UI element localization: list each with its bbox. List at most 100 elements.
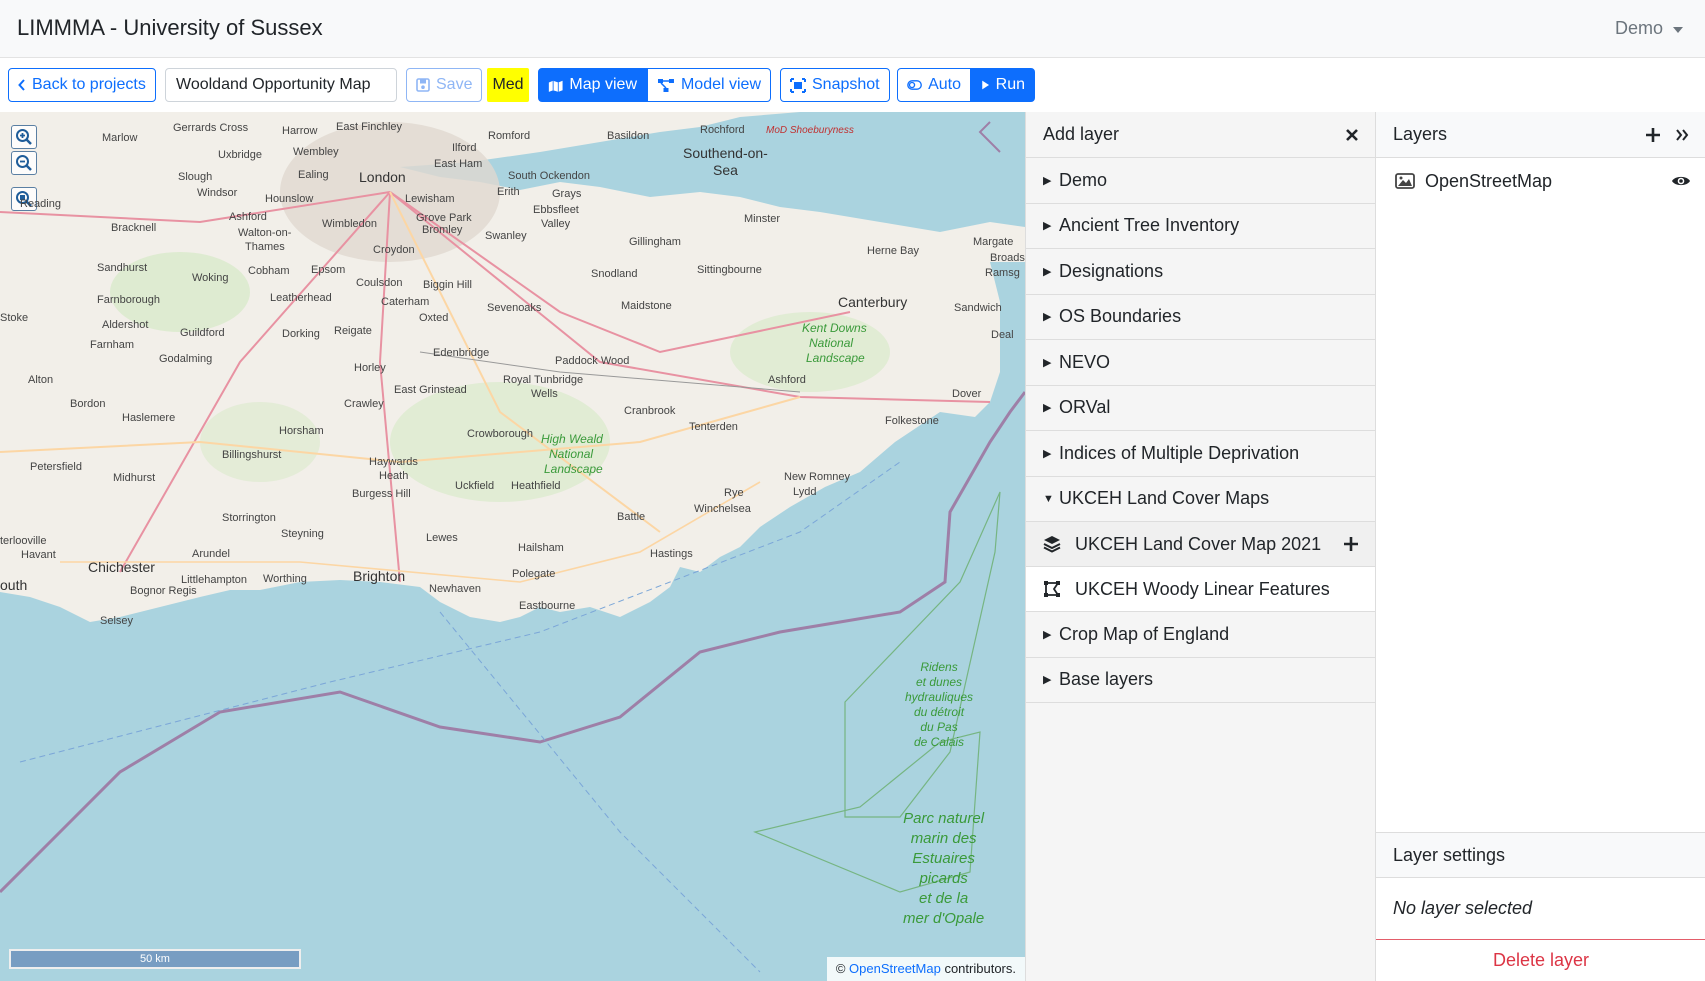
map-label: Crawley	[344, 398, 384, 410]
layer-category[interactable]: ▶ Demo	[1026, 158, 1375, 204]
expand-triangle-icon: ▶	[1043, 174, 1052, 187]
map-label: Romford	[488, 130, 531, 142]
map-label: Eastbourne	[519, 600, 576, 612]
polygon-icon	[1044, 581, 1060, 597]
map-label: Ashford	[768, 374, 806, 386]
layer-category[interactable]: ▶ Base layers	[1026, 657, 1375, 703]
map-view-button[interactable]: Map view	[538, 68, 647, 102]
map-label: Slough	[178, 171, 213, 183]
map-label: Heath	[379, 470, 409, 482]
map-label: Ashford	[229, 211, 267, 223]
image-icon	[1395, 173, 1415, 189]
expand-triangle-icon: ▶	[1043, 674, 1052, 687]
play-icon	[982, 80, 990, 90]
layer-option-label: UKCEH Land Cover Map 2021	[1075, 533, 1322, 554]
layer-item-label: OpenStreetMap	[1425, 170, 1553, 191]
layer-option[interactable]: UKCEH Land Cover Map 2021	[1026, 522, 1375, 567]
auto-label: Auto	[928, 76, 961, 93]
map-label: Lydd	[793, 486, 817, 498]
map-label: Bordon	[70, 398, 106, 410]
layer-category[interactable]: ▶ Indices of Multiple Deprivation	[1026, 431, 1375, 477]
layer-category[interactable]: ▶ NEVO	[1026, 340, 1375, 386]
map-label: Paddock Wood	[555, 355, 630, 367]
map-label: Uxbridge	[218, 149, 263, 161]
map-label: Godalming	[159, 353, 213, 365]
layer-category-list: ▶ Demo ▶ Ancient Tree Inventory ▶ Designati…	[1026, 158, 1375, 703]
snapshot-icon	[790, 77, 806, 93]
layers-panel: Layers OpenStreetMap Layer settings No l…	[1375, 112, 1705, 981]
map-label: Broads	[990, 252, 1025, 264]
layer-option-label: UKCEH Woody Linear Features	[1075, 578, 1330, 599]
map-label: Wells	[531, 388, 558, 400]
project-toolbar: Back to projects Save Med Map view Model…	[0, 58, 1705, 112]
map-label: Steyning	[281, 528, 324, 540]
layer-category[interactable]: ▶ Crop Map of England	[1026, 612, 1375, 658]
map-attribution: © OpenStreetMap contributors.	[826, 957, 1025, 981]
plus-icon[interactable]	[1343, 536, 1359, 552]
layer-category[interactable]: ▶ ORVal	[1026, 385, 1375, 431]
double-chevron-right-icon[interactable]	[1675, 128, 1689, 142]
layer-item[interactable]: OpenStreetMap	[1376, 158, 1705, 204]
map-label: Lewes	[426, 532, 458, 544]
map-label: Haywards	[369, 456, 418, 468]
map-label: Landscape	[544, 462, 603, 476]
map-label: New Romney	[784, 471, 851, 483]
close-icon[interactable]	[1345, 128, 1359, 142]
map-canvas[interactable]: Marlow Gerrards Cross Harrow East Finchl…	[0, 112, 1025, 981]
map-label: Canterbury	[838, 294, 908, 310]
map-label: Winchelsea	[694, 503, 751, 515]
map-label: Burgess Hill	[352, 488, 411, 500]
run-button[interactable]: Run	[971, 68, 1035, 102]
map-label: Ridens et dunes hydrauliques du détroit …	[905, 660, 974, 749]
map-label: Sandwich	[954, 302, 1002, 314]
zoom-out-icon	[16, 155, 32, 171]
layer-category[interactable]: ▶ Designations	[1026, 249, 1375, 295]
layer-category-label: Crop Map of England	[1059, 623, 1230, 644]
save-button[interactable]: Save	[406, 68, 483, 102]
map-view-label: Map view	[569, 76, 637, 93]
zoom-out-button[interactable]	[11, 151, 37, 175]
map-label: Maidstone	[621, 300, 672, 312]
map-label: Kent Downs	[802, 321, 867, 335]
map-label: Biggin Hill	[423, 279, 472, 291]
eye-icon[interactable]	[1671, 174, 1691, 188]
expand-triangle-icon: ▶	[1043, 447, 1052, 460]
model-view-button[interactable]: Model view	[647, 68, 771, 102]
layer-category-label: Indices of Multiple Deprivation	[1059, 442, 1300, 463]
map-label: Marlow	[102, 132, 138, 144]
map-label: Alton	[28, 374, 54, 386]
layer-category[interactable]: ▶ Ancient Tree Inventory	[1026, 203, 1375, 249]
expand-triangle-icon: ▶	[1043, 628, 1052, 641]
layer-option[interactable]: UKCEH Woody Linear Features	[1026, 567, 1375, 612]
map-label: Caterham	[381, 296, 430, 308]
top-navbar: LIMMMA - University of Sussex Demo	[0, 0, 1705, 58]
user-menu[interactable]: Demo	[1615, 18, 1683, 39]
project-name-input[interactable]	[165, 68, 397, 102]
zoom-in-button[interactable]	[11, 125, 37, 149]
add-layer-header: Add layer	[1026, 112, 1375, 158]
back-to-projects-button[interactable]: Back to projects	[8, 68, 156, 102]
expand-triangle-icon: ▶	[1043, 402, 1052, 415]
map-label: Lewisham	[405, 193, 455, 205]
map-label: Selsey	[100, 615, 134, 627]
auto-run-toggle[interactable]: Auto	[897, 68, 971, 102]
map-label: Reading	[20, 198, 61, 210]
map-label: Petersfield	[30, 461, 82, 473]
map-label: Wembley	[293, 146, 339, 158]
plus-icon[interactable]	[1645, 127, 1661, 143]
map-label: Hounslow	[265, 193, 314, 205]
snapshot-button[interactable]: Snapshot	[780, 68, 890, 102]
toggle-icon	[907, 80, 922, 90]
chevron-left-icon	[18, 79, 25, 91]
map-label: Grays	[552, 188, 582, 200]
map-label: Valley	[541, 218, 571, 230]
layer-category-expanded[interactable]: ▼ UKCEH Land Cover Maps	[1026, 476, 1375, 522]
expand-triangle-icon: ▶	[1043, 220, 1052, 233]
map-label: Reigate	[334, 325, 372, 337]
delete-layer-button[interactable]: Delete layer	[1376, 940, 1705, 980]
openstreetmap-link[interactable]: OpenStreetMap	[849, 961, 941, 976]
layer-category[interactable]: ▶ OS Boundaries	[1026, 294, 1375, 340]
app-title[interactable]: LIMMMA - University of Sussex	[17, 15, 323, 41]
map-label: Minster	[744, 213, 781, 225]
map-label: Walton-on-	[238, 227, 292, 239]
